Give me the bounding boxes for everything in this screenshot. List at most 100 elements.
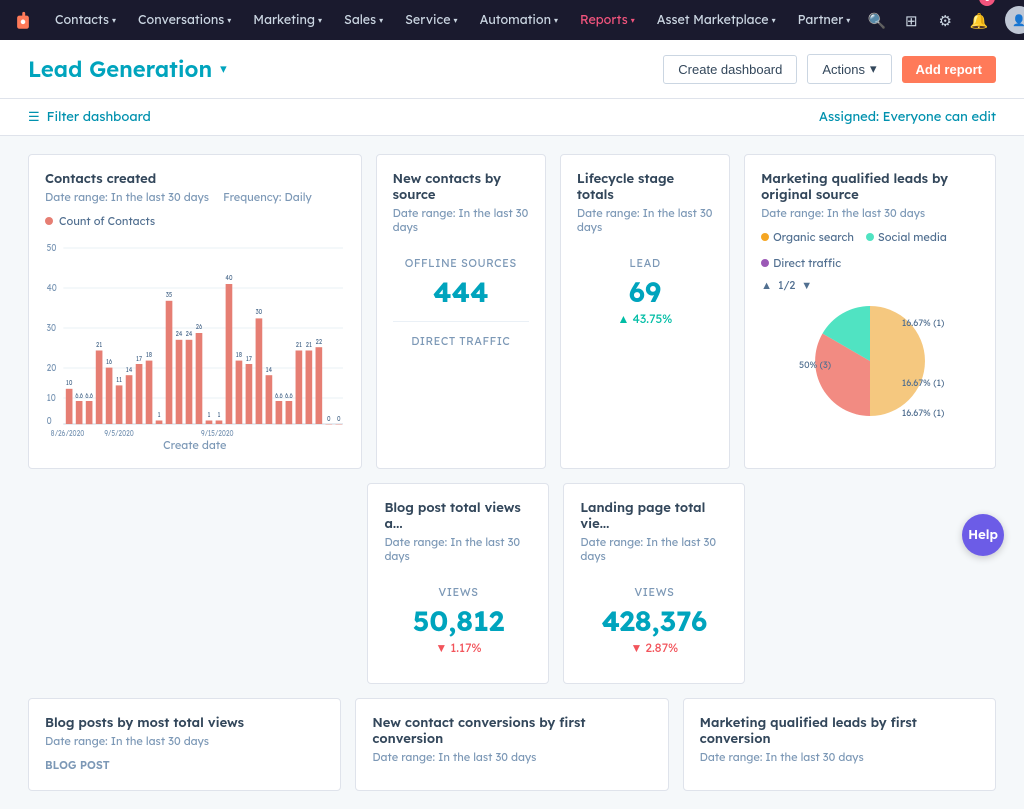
- user-avatar[interactable]: 👤: [1005, 6, 1024, 34]
- apps-icon[interactable]: ⊞: [897, 6, 925, 34]
- nav-automation[interactable]: Automation▾: [471, 8, 567, 32]
- nav-conversations[interactable]: Conversations▾: [129, 8, 240, 32]
- dashboard-row-2: Blog post total views a... Date range: I…: [28, 483, 996, 684]
- lifecycle-card: Lifecycle stage totals Date range: In th…: [560, 154, 730, 469]
- legend-direct: Direct traffic: [761, 256, 841, 270]
- actions-caret-icon: ▾: [870, 61, 877, 77]
- bar-18: [246, 364, 253, 424]
- nav-sales[interactable]: Sales▾: [335, 8, 392, 32]
- filter-bar: ☰ Filter dashboard Assigned: Everyone ca…: [0, 99, 1024, 136]
- nav-partner[interactable]: Partner▾: [789, 8, 860, 32]
- filter-dashboard-button[interactable]: ☰ Filter dashboard: [28, 109, 151, 125]
- title-dropdown-icon[interactable]: ▾: [220, 61, 227, 77]
- row2-pie-spacer: [759, 483, 996, 684]
- hubspot-logo[interactable]: [12, 6, 34, 34]
- landing-views-value: 428,376: [580, 603, 728, 638]
- bar-20: [266, 375, 273, 424]
- search-icon[interactable]: 🔍: [863, 6, 891, 34]
- lead-value: 69: [577, 274, 713, 309]
- bar-label-12: 24: [186, 329, 193, 338]
- add-report-button[interactable]: Add report: [902, 56, 996, 83]
- y-label-50: 50: [47, 242, 57, 254]
- dashboard-row-1: Contacts created Date range: In the last…: [28, 154, 996, 469]
- lead-section: LEAD 69 ▲ 43.75%: [577, 244, 713, 338]
- blog-views-value: 50,812: [384, 603, 532, 638]
- legend-organic: Organic search: [761, 230, 854, 244]
- assigned-area: Assigned: Everyone can edit: [819, 109, 996, 125]
- everyone-can-edit-link[interactable]: Everyone can edit: [883, 109, 996, 125]
- bar-label-5: 11: [116, 375, 122, 384]
- direct-dot: [761, 259, 769, 267]
- landing-views-card: Landing page total vie... Date range: In…: [563, 483, 745, 684]
- bar-label-1: 6.6: [75, 391, 83, 400]
- bar-label-3: 21: [96, 340, 102, 349]
- bar-17: [236, 361, 243, 424]
- bar-9: [156, 421, 163, 425]
- bar-label-16: 40: [225, 273, 232, 282]
- blog-views-section: VIEWS 50,812 ▼ 1.17%: [384, 573, 532, 667]
- bar-label-2: 6.6: [85, 391, 93, 400]
- mql-title: Marketing qualified leads by original so…: [761, 171, 979, 203]
- pie-label-3: 16.67% (1): [902, 408, 945, 419]
- pie-label-2: 16.67% (1): [902, 378, 945, 389]
- y-label-0: 0: [47, 415, 52, 427]
- bar-21: [276, 401, 283, 424]
- new-contacts-card: New contacts by source Date range: In th…: [376, 154, 546, 469]
- bar-7: [136, 364, 143, 424]
- blog-views-subtitle: Date range: In the last 30 days: [384, 535, 532, 563]
- bar-24: [306, 351, 313, 425]
- direct-traffic-section: DIRECT TRAFFIC: [393, 322, 529, 364]
- bar-6: [126, 375, 133, 424]
- chart-legend: Count of Contacts: [45, 214, 345, 228]
- nav-contacts[interactable]: Contacts▾: [46, 8, 125, 32]
- pie-next-icon[interactable]: ▼: [801, 278, 812, 292]
- blog-views-change: ▼ 1.17%: [384, 640, 532, 655]
- header-actions: Create dashboard Actions ▾ Add report: [663, 54, 996, 84]
- row2-spacer: [28, 483, 353, 684]
- new-contacts-title: New contacts by source: [393, 171, 529, 203]
- lifecycle-title: Lifecycle stage totals: [577, 171, 713, 203]
- bar-label-7: 17: [136, 354, 143, 363]
- contacts-created-subtitle: Date range: In the last 30 days Frequenc…: [45, 190, 345, 204]
- x-label-915: 9/15/2020: [201, 428, 234, 436]
- page-title: Lead Generation: [28, 55, 212, 83]
- x-label-95: 9/5/2020: [104, 428, 134, 436]
- bar-16: [226, 284, 233, 424]
- dashboard-row-3: Blog posts by most total views Date rang…: [28, 698, 996, 791]
- nav-asset-marketplace[interactable]: Asset Marketplace▾: [648, 8, 785, 32]
- settings-icon[interactable]: ⚙: [931, 6, 959, 34]
- y-label-20: 20: [47, 362, 57, 374]
- landing-views-title: Landing page total vie...: [580, 500, 728, 532]
- pie-label-4: 50% (3): [799, 360, 831, 371]
- nav-reports[interactable]: Reports▾: [571, 8, 644, 32]
- page-header: Lead Generation ▾ Create dashboard Actio…: [0, 40, 1024, 99]
- nav-right-actions: 🔍 ⊞ ⚙ 🔔 8 👤 ▾: [863, 6, 1024, 34]
- bar-label-25: 22: [316, 337, 323, 346]
- actions-button[interactable]: Actions ▾: [807, 54, 891, 84]
- x-axis-label: Create date: [45, 438, 345, 452]
- blog-posts-subtitle: Date range: In the last 30 days: [45, 734, 324, 748]
- y-label-10: 10: [47, 392, 57, 404]
- blog-views-card: Blog post total views a... Date range: I…: [367, 483, 549, 684]
- nav-marketing[interactable]: Marketing▾: [244, 8, 331, 32]
- contacts-created-title: Contacts created: [45, 171, 345, 187]
- pie-prev-icon[interactable]: ▲: [761, 278, 772, 292]
- create-dashboard-button[interactable]: Create dashboard: [663, 55, 797, 84]
- pie-label-1: 16.67% (1): [902, 318, 945, 329]
- bar-label-9: 1: [158, 410, 161, 419]
- nav-service[interactable]: Service▾: [396, 8, 466, 32]
- mql-conversion-title: Marketing qualified leads by first conve…: [700, 715, 979, 747]
- filter-icon: ☰: [28, 109, 40, 125]
- blog-post-col-label: BLOG POST: [45, 758, 324, 772]
- lifecycle-subtitle: Date range: In the last 30 days: [577, 206, 713, 234]
- help-button[interactable]: Help: [962, 514, 1004, 556]
- pie-chart-container: 16.67% (1) 16.67% (1) 16.67% (1) 50% (3): [761, 296, 979, 426]
- page-title-area: Lead Generation ▾: [28, 55, 227, 83]
- notifications-icon[interactable]: 🔔: [965, 6, 993, 34]
- landing-views-subtitle: Date range: In the last 30 days: [580, 535, 728, 563]
- bar-label-8: 18: [146, 350, 153, 359]
- bar-label-0: 10: [66, 378, 73, 387]
- bar-label-17: 18: [236, 350, 243, 359]
- bar-1: [76, 401, 83, 424]
- mql-subtitle: Date range: In the last 30 days: [761, 206, 979, 220]
